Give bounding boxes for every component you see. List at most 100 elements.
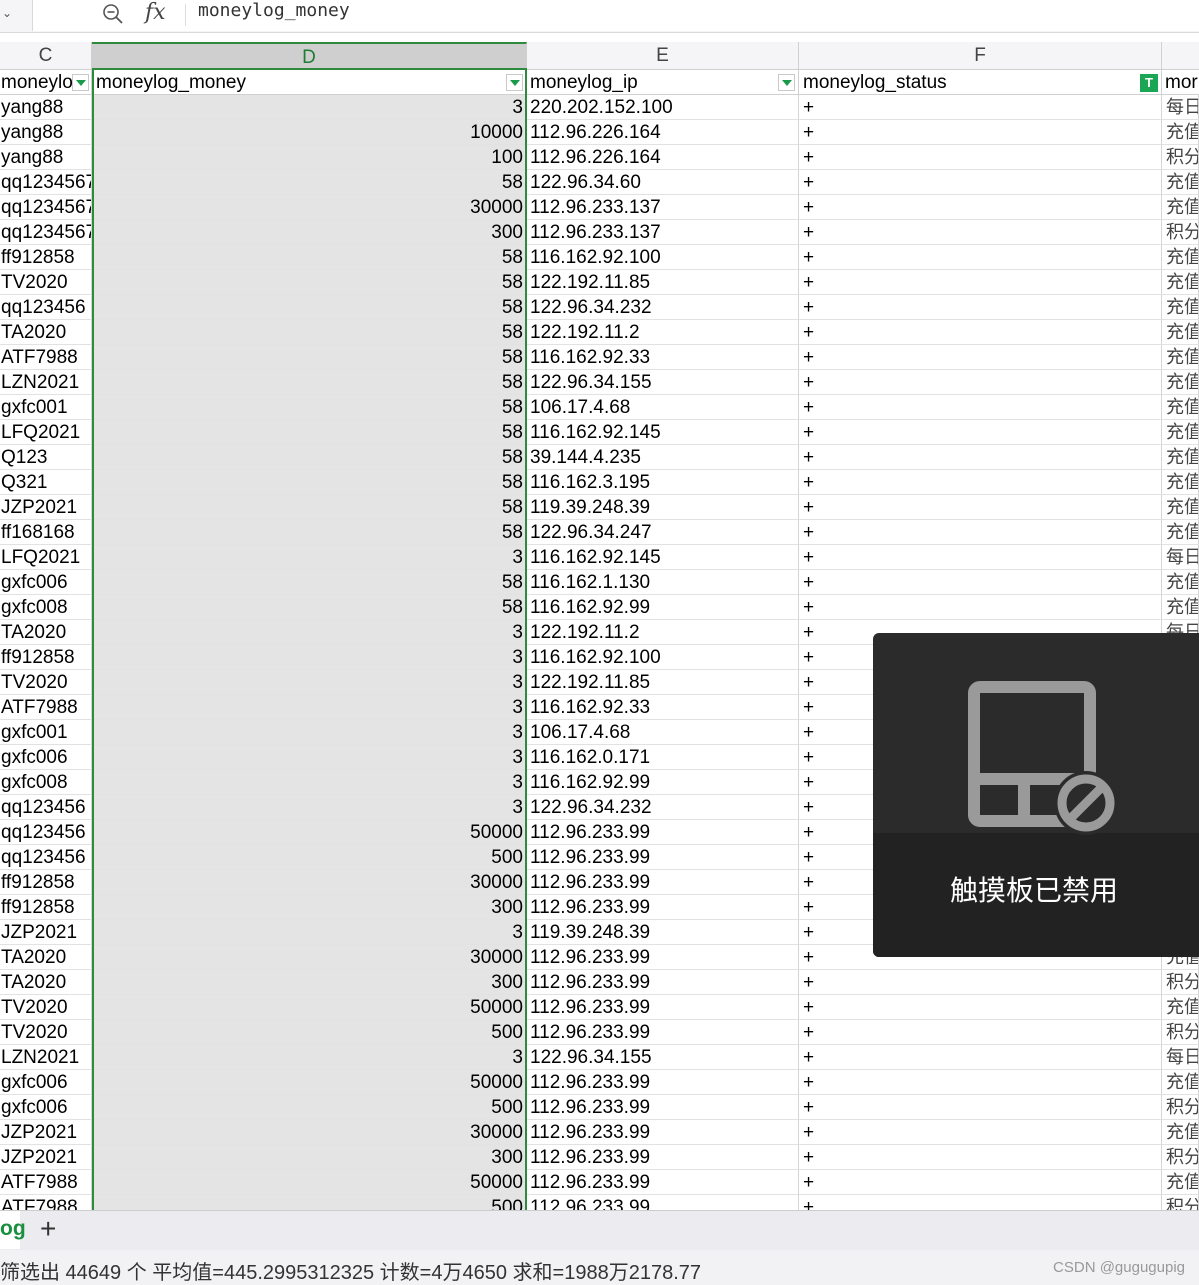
table-cell-c[interactable]: TA2020 bbox=[0, 320, 92, 345]
table-cell-d[interactable]: 50000 bbox=[92, 995, 527, 1020]
table-cell-c[interactable]: ATF7988 bbox=[0, 345, 92, 370]
table-cell-c[interactable]: JZP2021 bbox=[0, 1120, 92, 1145]
table-cell-c[interactable]: qq1234567 bbox=[0, 170, 92, 195]
table-cell-d[interactable]: 30000 bbox=[92, 945, 527, 970]
table-cell-d[interactable]: 50000 bbox=[92, 820, 527, 845]
table-cell-c[interactable]: gxfc001 bbox=[0, 720, 92, 745]
table-cell-c[interactable]: TA2020 bbox=[0, 945, 92, 970]
table-cell-c[interactable]: qq1234567 bbox=[0, 195, 92, 220]
table-cell-d[interactable]: 3 bbox=[92, 770, 527, 795]
table-cell-e[interactable]: 112.96.233.99 bbox=[527, 1170, 799, 1195]
table-cell-f[interactable]: + bbox=[799, 1095, 1162, 1120]
table-cell-d[interactable]: 58 bbox=[92, 245, 527, 270]
table-cell-c[interactable]: yang88 bbox=[0, 95, 92, 120]
table-cell-c[interactable]: JZP2021 bbox=[0, 1145, 92, 1170]
table-cell-g[interactable]: 充值 bbox=[1162, 245, 1199, 270]
table-cell-f[interactable]: + bbox=[799, 320, 1162, 345]
table-cell-f[interactable]: + bbox=[799, 170, 1162, 195]
table-cell-e[interactable]: 122.192.11.2 bbox=[527, 620, 799, 645]
table-cell-c[interactable]: gxfc001 bbox=[0, 395, 92, 420]
table-cell-c[interactable]: TA2020 bbox=[0, 620, 92, 645]
table-cell-e[interactable]: 122.192.11.85 bbox=[527, 270, 799, 295]
zoom-out-icon[interactable] bbox=[101, 2, 125, 26]
table-cell-c[interactable]: JZP2021 bbox=[0, 495, 92, 520]
table-cell-c[interactable]: TV2020 bbox=[0, 270, 92, 295]
table-cell-g[interactable]: 充值 bbox=[1162, 370, 1199, 395]
table-cell-d[interactable]: 30000 bbox=[92, 195, 527, 220]
table-cell-d[interactable]: 58 bbox=[92, 395, 527, 420]
table-cell-c[interactable]: qq123456 bbox=[0, 820, 92, 845]
table-cell-c[interactable]: ff168168 bbox=[0, 520, 92, 545]
table-cell-f[interactable]: + bbox=[799, 1070, 1162, 1095]
table-cell-c[interactable]: yang88 bbox=[0, 145, 92, 170]
table-cell-d[interactable]: 3 bbox=[92, 720, 527, 745]
table-cell-g[interactable]: 充值 bbox=[1162, 395, 1199, 420]
table-cell-f[interactable]: + bbox=[799, 1120, 1162, 1145]
table-cell-c[interactable]: gxfc006 bbox=[0, 1070, 92, 1095]
table-cell-f[interactable]: + bbox=[799, 1195, 1162, 1210]
table-cell-g[interactable]: 充值 bbox=[1162, 520, 1199, 545]
table-cell-g[interactable]: 积分 bbox=[1162, 1195, 1199, 1210]
table-cell-d[interactable]: 3 bbox=[92, 545, 527, 570]
table-cell-e[interactable]: 122.192.11.2 bbox=[527, 320, 799, 345]
table-cell-d[interactable]: 3 bbox=[92, 670, 527, 695]
table-cell-c[interactable]: LFQ2021 bbox=[0, 420, 92, 445]
table-cell-c[interactable]: ATF7988 bbox=[0, 1170, 92, 1195]
column-header-g[interactable] bbox=[1162, 42, 1199, 69]
table-cell-e[interactable]: 116.162.92.33 bbox=[527, 345, 799, 370]
table-cell-c[interactable]: qq123456 bbox=[0, 845, 92, 870]
table-cell-g[interactable]: 充值 bbox=[1162, 295, 1199, 320]
table-cell-g[interactable]: 每日 bbox=[1162, 1045, 1199, 1070]
table-cell-c[interactable]: qq1234567 bbox=[0, 220, 92, 245]
table-cell-e[interactable]: 122.192.11.85 bbox=[527, 670, 799, 695]
column-header-d[interactable]: D bbox=[92, 42, 527, 69]
field-header-cell[interactable]: moneylog_ip bbox=[527, 70, 799, 95]
table-cell-g[interactable]: 充值 bbox=[1162, 420, 1199, 445]
table-cell-e[interactable]: 122.96.34.232 bbox=[527, 295, 799, 320]
table-cell-c[interactable]: LZN2021 bbox=[0, 1045, 92, 1070]
table-cell-d[interactable]: 300 bbox=[92, 895, 527, 920]
table-cell-f[interactable]: + bbox=[799, 345, 1162, 370]
table-cell-e[interactable]: 112.96.233.99 bbox=[527, 845, 799, 870]
table-cell-c[interactable]: TV2020 bbox=[0, 670, 92, 695]
table-cell-e[interactable]: 116.162.92.33 bbox=[527, 695, 799, 720]
table-cell-c[interactable]: yang88 bbox=[0, 120, 92, 145]
field-header-cell[interactable]: mor bbox=[1162, 70, 1199, 95]
table-cell-g[interactable]: 充值 bbox=[1162, 170, 1199, 195]
table-cell-d[interactable]: 58 bbox=[92, 420, 527, 445]
table-cell-c[interactable]: gxfc008 bbox=[0, 595, 92, 620]
table-cell-e[interactable]: 116.162.1.130 bbox=[527, 570, 799, 595]
table-cell-g[interactable]: 充值 bbox=[1162, 120, 1199, 145]
table-cell-c[interactable]: gxfc006 bbox=[0, 1095, 92, 1120]
table-cell-g[interactable]: 充值 bbox=[1162, 195, 1199, 220]
table-cell-e[interactable]: 112.96.233.99 bbox=[527, 995, 799, 1020]
table-cell-c[interactable]: LFQ2021 bbox=[0, 545, 92, 570]
table-cell-f[interactable]: + bbox=[799, 195, 1162, 220]
table-cell-g[interactable]: 每日 bbox=[1162, 545, 1199, 570]
table-cell-e[interactable]: 119.39.248.39 bbox=[527, 920, 799, 945]
table-cell-e[interactable]: 220.202.152.100 bbox=[527, 95, 799, 120]
table-cell-c[interactable]: ff912858 bbox=[0, 895, 92, 920]
table-cell-g[interactable]: 充值 bbox=[1162, 595, 1199, 620]
table-cell-c[interactable]: JZP2021 bbox=[0, 920, 92, 945]
table-cell-e[interactable]: 106.17.4.68 bbox=[527, 720, 799, 745]
table-cell-d[interactable]: 50000 bbox=[92, 1070, 527, 1095]
table-cell-d[interactable]: 58 bbox=[92, 595, 527, 620]
table-cell-f[interactable]: + bbox=[799, 220, 1162, 245]
table-cell-g[interactable]: 充值 bbox=[1162, 570, 1199, 595]
table-cell-g[interactable]: 充值 bbox=[1162, 495, 1199, 520]
table-cell-g[interactable]: 积分 bbox=[1162, 1095, 1199, 1120]
table-cell-f[interactable]: + bbox=[799, 295, 1162, 320]
table-cell-e[interactable]: 122.96.34.155 bbox=[527, 1045, 799, 1070]
table-cell-e[interactable]: 116.162.92.99 bbox=[527, 595, 799, 620]
table-cell-f[interactable]: + bbox=[799, 1020, 1162, 1045]
table-cell-e[interactable]: 112.96.233.99 bbox=[527, 1195, 799, 1210]
table-cell-e[interactable]: 112.96.233.99 bbox=[527, 945, 799, 970]
table-cell-e[interactable]: 116.162.92.99 bbox=[527, 770, 799, 795]
table-cell-g[interactable]: 充值 bbox=[1162, 470, 1199, 495]
table-cell-e[interactable]: 116.162.92.145 bbox=[527, 420, 799, 445]
table-cell-g[interactable]: 充值 bbox=[1162, 995, 1199, 1020]
table-cell-c[interactable]: ff912858 bbox=[0, 870, 92, 895]
table-cell-e[interactable]: 112.96.233.137 bbox=[527, 220, 799, 245]
table-cell-d[interactable]: 58 bbox=[92, 345, 527, 370]
